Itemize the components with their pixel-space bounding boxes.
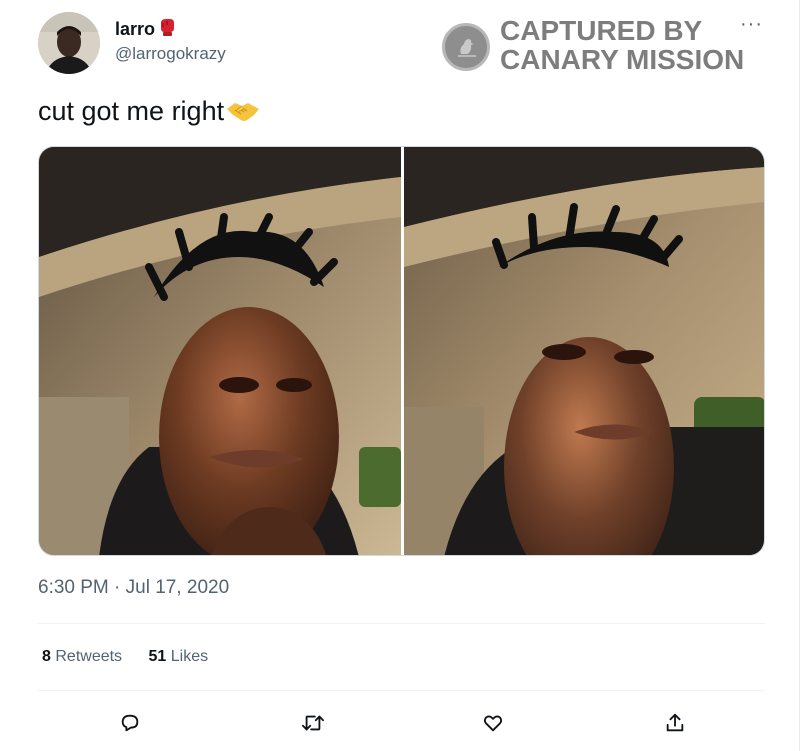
tweet-timestamp[interactable]: 6:30 PM · Jul 17, 2020 (38, 577, 229, 599)
reply-button[interactable] (114, 707, 146, 739)
share-button[interactable] (659, 707, 691, 739)
tweet-stats: 8 Retweets 51 Likes (42, 648, 230, 666)
tweet-text: cut got me right (38, 96, 260, 130)
more-options-icon[interactable]: ··· (740, 14, 763, 34)
tweet-photo[interactable] (39, 147, 401, 555)
canary-mission-logo-icon (442, 23, 490, 71)
tweet-photo[interactable] (404, 147, 764, 555)
divider (38, 623, 765, 624)
display-name[interactable]: larro (115, 17, 177, 42)
handshake-icon (226, 99, 260, 130)
boxing-glove-icon (157, 17, 177, 42)
like-icon (482, 712, 504, 734)
avatar[interactable] (38, 12, 100, 74)
retweet-icon (301, 712, 325, 734)
user-handle[interactable]: @larrogokrazy (115, 44, 226, 64)
tweet-media (38, 146, 765, 556)
divider (38, 690, 765, 691)
tweet-card: larro @larrogokrazy CAPTURED BY CANARY M… (0, 0, 800, 751)
watermark-text: CAPTURED BY CANARY MISSION (500, 15, 745, 75)
likes-stat[interactable]: 51 Likes (149, 648, 209, 666)
retweet-button[interactable] (297, 707, 329, 739)
retweets-stat[interactable]: 8 Retweets (42, 648, 122, 666)
share-icon (664, 712, 686, 734)
like-button[interactable] (477, 707, 509, 739)
reply-icon (119, 712, 141, 734)
